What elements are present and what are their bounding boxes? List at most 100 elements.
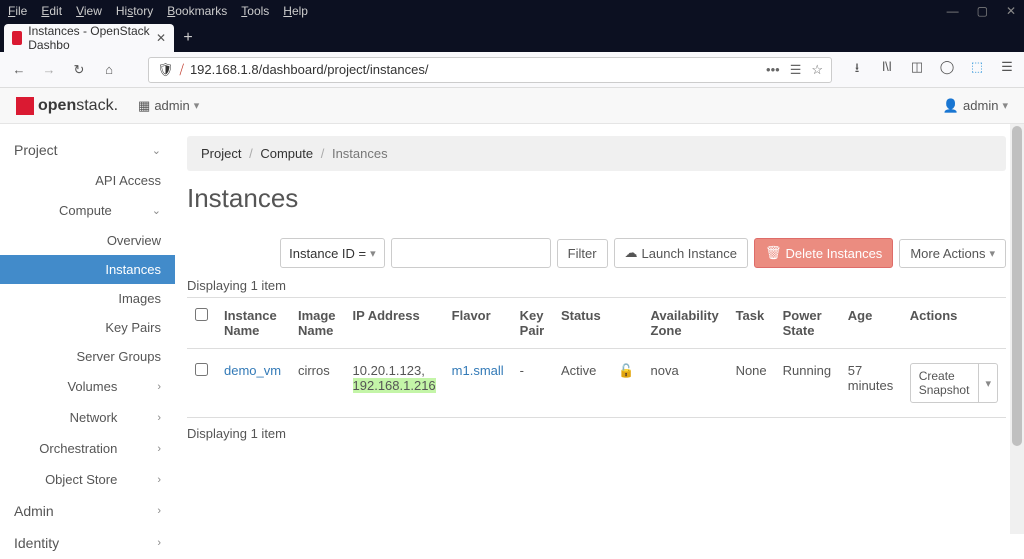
sidebar-orchestration[interactable]: Orchestration › — [0, 433, 175, 464]
breadcrumb: Project / Compute / Instances — [187, 136, 1006, 171]
chevron-right-icon: › — [157, 443, 161, 455]
sidebar-volumes-label: Volumes — [67, 379, 117, 394]
browser-tab[interactable]: Instances - OpenStack Dashbo ✕ — [4, 24, 174, 52]
menu-help[interactable]: Help — [283, 4, 308, 18]
sidebar-instances[interactable]: Instances — [0, 255, 175, 284]
unlock-icon[interactable]: 🔓 — [618, 363, 634, 378]
col-age[interactable]: Age — [840, 298, 902, 349]
sidebar-admin-label: Admin — [14, 503, 54, 519]
az-cell: nova — [643, 349, 728, 418]
window-maximize-icon[interactable]: ▢ — [977, 4, 988, 18]
breadcrumb-compute[interactable]: Compute — [260, 146, 313, 161]
item-count-top: Displaying 1 item — [187, 278, 1006, 293]
menu-edit[interactable]: Edit — [41, 4, 62, 18]
library-icon[interactable]: l\l — [878, 59, 896, 81]
menu-view[interactable]: View — [76, 4, 102, 18]
cloud-upload-icon: ☁ — [625, 245, 638, 261]
sidebar-object-store-label: Object Store — [45, 472, 117, 487]
home-button[interactable]: ⌂ — [98, 59, 120, 81]
extension-icon[interactable]: ⬚ — [968, 59, 986, 81]
col-ip-address[interactable]: IP Address — [345, 298, 444, 349]
table-row: demo_vm cirros 10.20.1.123, 192.168.1.21… — [187, 349, 1006, 418]
reload-button[interactable]: ↻ — [68, 59, 90, 81]
task-cell: None — [728, 349, 775, 418]
caret-down-icon: ▾ — [1002, 99, 1008, 112]
reader-icon[interactable]: ☰ — [790, 62, 802, 78]
vertical-scrollbar[interactable] — [1010, 124, 1024, 534]
chevron-down-icon: ⌄ — [152, 204, 161, 217]
select-all-checkbox[interactable] — [195, 308, 208, 321]
instances-table: Instance Name Image Name IP Address Flav… — [187, 297, 1006, 418]
instance-name-link[interactable]: demo_vm — [224, 363, 281, 378]
caret-down-icon: ▾ — [989, 247, 995, 260]
sidebar-compute[interactable]: Compute ⌄ — [0, 195, 175, 226]
bookmark-star-icon[interactable]: ☆ — [811, 62, 823, 78]
url-input[interactable]: 🛡 ⧸ 192.168.1.8/dashboard/project/instan… — [148, 57, 832, 83]
col-image-name[interactable]: Image Name — [290, 298, 345, 349]
col-instance-name[interactable]: Instance Name — [216, 298, 290, 349]
hamburger-menu-icon[interactable]: ☰ — [998, 59, 1016, 81]
sidebar-admin[interactable]: Admin › — [0, 495, 175, 527]
power-cell: Running — [775, 349, 840, 418]
tab-close-icon[interactable]: ✕ — [156, 31, 166, 45]
download-icon[interactable]: ⭳ — [848, 59, 866, 81]
caret-down-icon: ▾ — [370, 247, 376, 260]
sidebar-images[interactable]: Images — [0, 284, 175, 313]
new-tab-button[interactable]: + — [174, 24, 202, 52]
col-az[interactable]: Availability Zone — [643, 298, 728, 349]
trash-icon: 🗑 — [765, 245, 782, 261]
brand-rest: stack. — [76, 97, 118, 114]
col-task[interactable]: Task — [728, 298, 775, 349]
sidebar-identity-label: Identity — [14, 535, 59, 551]
back-button[interactable]: ← — [8, 59, 30, 81]
col-power-state[interactable]: Power State — [775, 298, 840, 349]
sidebar-network[interactable]: Network › — [0, 402, 175, 433]
menu-tools[interactable]: Tools — [241, 4, 269, 18]
row-checkbox[interactable] — [195, 363, 208, 376]
shield-icon[interactable]: 🛡 — [157, 62, 174, 78]
menu-bookmarks[interactable]: Bookmarks — [167, 4, 227, 18]
sidebar-project[interactable]: Project ⌄ — [0, 134, 175, 166]
chevron-right-icon: › — [157, 505, 161, 517]
brand-bold: open — [38, 97, 76, 114]
launch-instance-button[interactable]: ☁ Launch Instance — [614, 238, 748, 268]
sidebar-overview[interactable]: Overview — [0, 226, 175, 255]
sidebar-server-groups[interactable]: Server Groups — [0, 342, 175, 371]
filter-field-select[interactable]: Instance ID = ▾ — [280, 238, 385, 268]
window-close-icon[interactable]: ✕ — [1006, 4, 1016, 18]
col-status[interactable]: Status — [553, 298, 643, 349]
user-menu[interactable]: 👤 admin ▾ — [943, 98, 1008, 114]
more-icon[interactable]: ••• — [766, 62, 780, 78]
window-minimize-icon[interactable]: — — [947, 4, 959, 18]
browser-url-bar: ← → ↻ ⌂ 🛡 ⧸ 192.168.1.8/dashboard/projec… — [0, 52, 1024, 88]
filter-input[interactable] — [391, 238, 551, 268]
sidebar-key-pairs[interactable]: Key Pairs — [0, 313, 175, 342]
sidebar-api-access[interactable]: API Access — [0, 166, 175, 195]
row-action-dropdown[interactable]: ▾ — [979, 363, 998, 403]
menu-history[interactable]: History — [116, 4, 153, 18]
create-snapshot-button[interactable]: Create Snapshot — [910, 363, 980, 403]
chevron-down-icon: ⌄ — [152, 144, 161, 157]
openstack-header: openstack. ▦ admin ▾ 👤 admin ▾ — [0, 88, 1024, 124]
delete-instances-button[interactable]: 🗑 Delete Instances — [754, 238, 893, 268]
forward-button[interactable]: → — [38, 59, 60, 81]
sidebar-identity[interactable]: Identity › — [0, 527, 175, 559]
col-flavor[interactable]: Flavor — [444, 298, 512, 349]
sidebar-icon[interactable]: ◫ — [908, 59, 926, 81]
flavor-link[interactable]: m1.small — [452, 363, 504, 378]
account-icon[interactable]: ◯ — [938, 59, 956, 81]
logo-square-icon — [16, 97, 34, 115]
page-title: Instances — [187, 183, 1006, 214]
breadcrumb-project[interactable]: Project — [201, 146, 241, 161]
caret-down-icon: ▾ — [985, 377, 991, 390]
filter-button[interactable]: Filter — [557, 239, 608, 268]
domain-project-selector[interactable]: ▦ admin ▾ — [138, 98, 199, 114]
scroll-thumb[interactable] — [1012, 126, 1022, 446]
chevron-right-icon: › — [157, 537, 161, 549]
sidebar-volumes[interactable]: Volumes › — [0, 371, 175, 402]
openstack-logo[interactable]: openstack. — [16, 97, 118, 115]
sidebar-object-store[interactable]: Object Store › — [0, 464, 175, 495]
menu-file[interactable]: File — [8, 4, 27, 18]
col-key-pair[interactable]: Key Pair — [512, 298, 553, 349]
more-actions-button[interactable]: More Actions ▾ — [899, 239, 1006, 268]
